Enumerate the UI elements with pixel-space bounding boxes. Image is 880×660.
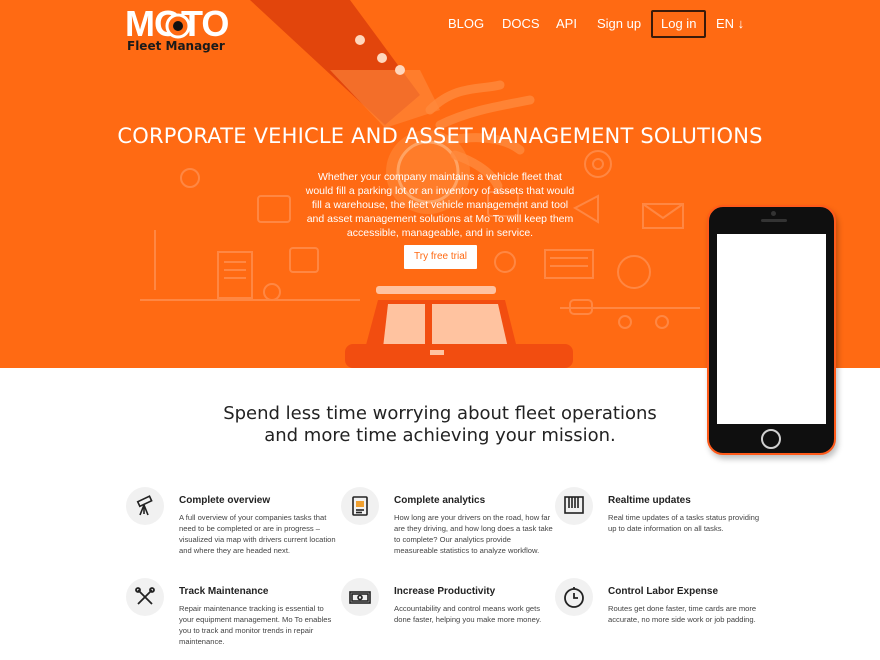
login-button[interactable]: Log in bbox=[651, 10, 707, 38]
feature-text: A full overview of your companies tasks … bbox=[179, 513, 336, 555]
phone-screen bbox=[717, 234, 826, 424]
phone-home-button bbox=[761, 429, 781, 449]
feature-text: Real time updates of a tasks status prov… bbox=[608, 513, 760, 533]
feature-text: Repair maintenance tracking is essential… bbox=[179, 604, 332, 646]
phone-camera bbox=[771, 211, 776, 216]
phone-speaker bbox=[761, 219, 787, 222]
hero-title: CORPORATE VEHICLE AND ASSET MANAGEMENT S… bbox=[117, 124, 763, 148]
language-selector[interactable]: EN ↓ bbox=[716, 10, 744, 38]
logo[interactable]: MOTO Fleet Manager bbox=[125, 6, 250, 56]
feature-realtime-updates: Realtime updates Real time updates of a … bbox=[555, 487, 759, 577]
headline-line-1: Spend less time worrying about fleet ope… bbox=[223, 403, 657, 424]
try-free-trial-button[interactable]: Try free trial bbox=[404, 245, 477, 269]
section-headline: Spend less time worrying about fleet ope… bbox=[140, 403, 740, 447]
feature-track-maintenance: Track Maintenance Repair maintenance tra… bbox=[126, 578, 331, 660]
feature-title: Complete overview bbox=[179, 495, 271, 506]
feature-complete-overview: Complete overview A full overview of you… bbox=[126, 487, 336, 577]
logo-subtitle: Fleet Manager bbox=[127, 39, 225, 53]
feature-increase-productivity: Increase Productivity Accountability and… bbox=[341, 578, 541, 660]
tools-icon bbox=[126, 578, 164, 616]
nav-signup[interactable]: Sign up bbox=[597, 10, 641, 38]
feature-title: Increase Productivity bbox=[394, 586, 496, 597]
feature-title: Track Maintenance bbox=[179, 586, 269, 597]
feature-title: Realtime updates bbox=[608, 495, 691, 506]
feature-complete-analytics: Complete analytics How long are your dri… bbox=[341, 487, 553, 577]
newtons-cradle-icon bbox=[555, 487, 593, 525]
money-icon bbox=[341, 578, 379, 616]
nav-api[interactable]: API bbox=[556, 10, 577, 38]
telescope-icon bbox=[126, 487, 164, 525]
feature-text: Routes get done faster, time cards are m… bbox=[608, 604, 757, 624]
feature-title: Control Labor Expense bbox=[608, 586, 719, 597]
logo-lens-icon bbox=[165, 13, 191, 39]
nav-blog[interactable]: BLOG bbox=[448, 10, 484, 38]
report-icon bbox=[341, 487, 379, 525]
feature-text: How long are your drivers on the road, h… bbox=[394, 513, 553, 555]
feature-control-labor-expense: Control Labor Expense Routes get done fa… bbox=[555, 578, 756, 660]
feature-text: Accountability and control means work ge… bbox=[394, 604, 542, 624]
feature-title: Complete analytics bbox=[394, 495, 486, 506]
clock-icon bbox=[555, 578, 593, 616]
hero-description: Whether your company maintains a vehicle… bbox=[305, 171, 575, 239]
headline-line-2: and more time achieving your mission. bbox=[264, 425, 616, 446]
nav-docs[interactable]: DOCS bbox=[502, 10, 540, 38]
